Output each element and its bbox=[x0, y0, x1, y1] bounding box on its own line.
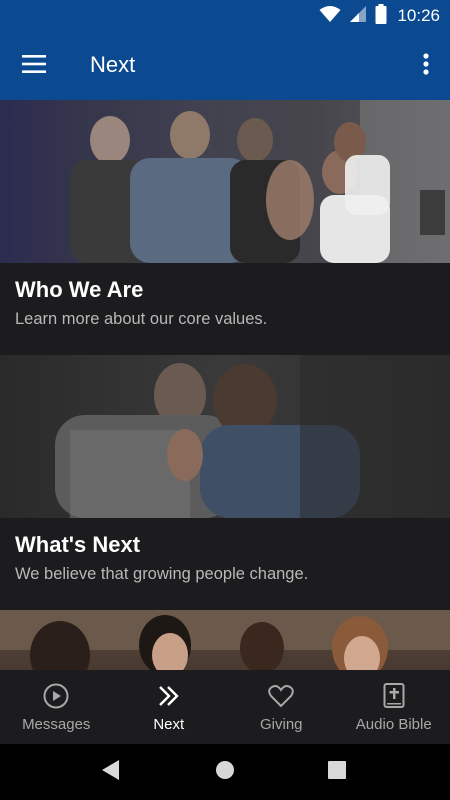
status-bar: 10:26 bbox=[0, 0, 450, 32]
home-button[interactable] bbox=[211, 758, 239, 786]
battery-icon bbox=[375, 3, 387, 29]
nav-item-audio-bible[interactable]: Audio Bible bbox=[338, 670, 450, 744]
wifi-icon bbox=[319, 5, 341, 28]
app-bar: Next bbox=[0, 32, 450, 100]
cell-signal-icon bbox=[349, 5, 367, 28]
card-body: Who We Are Learn more about our core val… bbox=[0, 263, 450, 355]
system-navigation-bar bbox=[0, 744, 450, 800]
more-vert-icon bbox=[423, 52, 429, 80]
card-whats-next[interactable]: What's Next We believe that growing peop… bbox=[0, 355, 450, 610]
bottom-navigation: Messages Next Giving Audio Bible bbox=[0, 670, 450, 744]
nav-label: Giving bbox=[259, 716, 303, 733]
hamburger-menu-icon bbox=[22, 54, 46, 78]
card-group[interactable] bbox=[0, 610, 450, 670]
nav-item-giving[interactable]: Giving bbox=[225, 670, 338, 744]
back-triangle-icon bbox=[101, 759, 121, 786]
card-who-we-are[interactable]: Who We Are Learn more about our core val… bbox=[0, 100, 450, 355]
more-options-button[interactable] bbox=[414, 46, 438, 86]
nav-item-next[interactable]: Next bbox=[113, 670, 226, 744]
bible-icon bbox=[380, 682, 408, 710]
page-title: Next bbox=[90, 52, 136, 77]
card-subtitle: Learn more about our core values. bbox=[15, 310, 268, 329]
recents-square-icon bbox=[327, 760, 347, 785]
status-time: 10:26 bbox=[397, 6, 440, 25]
card-image bbox=[0, 355, 450, 518]
menu-button[interactable] bbox=[14, 46, 54, 86]
card-body: What's Next We believe that growing peop… bbox=[0, 518, 450, 610]
home-circle-icon bbox=[215, 760, 235, 785]
card-title: What's Next bbox=[15, 532, 141, 557]
double-chevron-right-icon bbox=[155, 682, 183, 710]
card-subtitle: We believe that growing people change. bbox=[15, 565, 309, 584]
nav-label: Next bbox=[153, 716, 185, 733]
nav-label: Audio Bible bbox=[355, 716, 432, 733]
content-list[interactable]: Who We Are Learn more about our core val… bbox=[0, 100, 450, 670]
card-title: Who We Are bbox=[15, 277, 144, 302]
recents-button[interactable] bbox=[323, 758, 351, 786]
nav-item-messages[interactable]: Messages bbox=[0, 670, 113, 744]
card-image bbox=[0, 100, 450, 263]
back-button[interactable] bbox=[97, 758, 125, 786]
status-icons: 10:26 bbox=[319, 0, 440, 32]
play-circle-icon bbox=[42, 682, 70, 710]
card-image bbox=[0, 610, 450, 670]
nav-label: Messages bbox=[22, 716, 91, 733]
heart-icon bbox=[267, 682, 295, 710]
